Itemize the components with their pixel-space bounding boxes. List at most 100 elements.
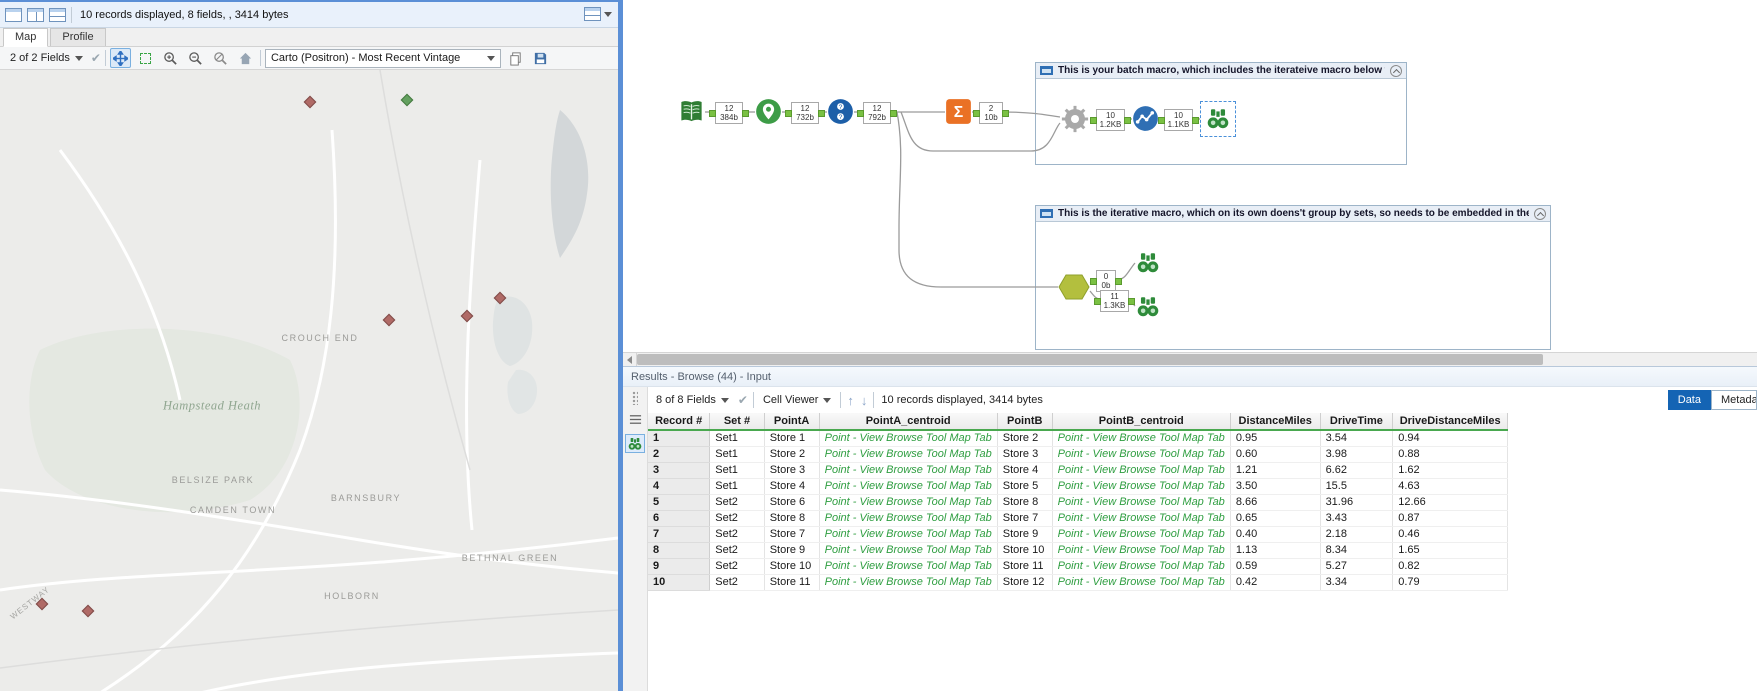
map-marker[interactable]	[400, 93, 414, 107]
column-header[interactable]: PointA	[764, 413, 820, 431]
cell-pointA_centroid[interactable]: Point - View Browse Tool Map Tab	[819, 478, 998, 495]
table-row[interactable]: 10 Set2 Store 11 Point - View Browse Tool M…	[648, 574, 1757, 591]
summarize-tool[interactable]: Σ	[945, 98, 972, 125]
cell-record[interactable]: 6	[648, 510, 711, 527]
scroll-left-button[interactable]	[623, 353, 637, 366]
browse-tool-bottom[interactable]	[1135, 294, 1161, 320]
layout-single-icon[interactable]	[5, 7, 22, 22]
cell-pointA_centroid[interactable]: Point - View Browse Tool Map Tab	[819, 574, 998, 591]
cell-pointA_centroid[interactable]: Point - View Browse Tool Map Tab	[819, 494, 998, 511]
cell-record[interactable]: 8	[648, 542, 711, 559]
table-row[interactable]: 9 Set2 Store 10 Point - View Browse Tool Ma…	[648, 558, 1757, 575]
cell-pointB_centroid[interactable]: Point - View Browse Tool Map Tab	[1052, 478, 1231, 495]
copy-button[interactable]	[505, 48, 526, 68]
panel-grip[interactable]	[632, 391, 638, 405]
layout-split-vertical-icon[interactable]	[27, 7, 44, 22]
column-header[interactable]: PointB_centroid	[1052, 413, 1231, 431]
table-layout-icon[interactable]	[625, 410, 645, 429]
column-header[interactable]: DriveDistanceMiles	[1392, 413, 1509, 431]
workflow-canvas[interactable]: This is your batch macro, which includes…	[623, 0, 1757, 352]
results-fields-dropdown[interactable]: 8 of 8 Fields	[652, 392, 733, 408]
cell-pointA_centroid[interactable]: Point - View Browse Tool Map Tab	[819, 446, 998, 463]
cell-record[interactable]: 1	[648, 430, 711, 447]
select-tool-button[interactable]	[135, 48, 156, 68]
cell-pointA_centroid[interactable]: Point - View Browse Tool Map Tab	[819, 462, 998, 479]
fields-dropdown[interactable]: 2 of 2 Fields	[6, 50, 87, 66]
next-record-arrow-icon[interactable]: ↓	[860, 393, 869, 408]
apply-check-icon[interactable]: ✔	[91, 51, 101, 65]
cell-pointB_centroid[interactable]: Point - View Browse Tool Map Tab	[1052, 510, 1231, 527]
cell-pointA_centroid[interactable]: Point - View Browse Tool Map Tab	[819, 510, 998, 527]
map-marker[interactable]	[382, 313, 396, 327]
table-row[interactable]: 8 Set2 Store 9 Point - View Browse Tool Map…	[648, 542, 1757, 559]
browse-results-icon[interactable]	[625, 434, 645, 453]
cell-pointA_centroid[interactable]: Point - View Browse Tool Map Tab	[819, 558, 998, 575]
cell-pointB_centroid[interactable]: Point - View Browse Tool Map Tab	[1052, 430, 1231, 447]
window-options-caret-icon[interactable]	[604, 11, 612, 17]
cell-pointA_centroid[interactable]: Point - View Browse Tool Map Tab	[819, 430, 998, 447]
cell-record[interactable]: 3	[648, 462, 711, 479]
tab-map[interactable]: Map	[3, 28, 49, 47]
map-marker[interactable]	[493, 291, 507, 305]
window-options-icon[interactable]	[584, 7, 601, 21]
cell-pointA_centroid[interactable]: Point - View Browse Tool Map Tab	[819, 526, 998, 543]
cell-record[interactable]: 5	[648, 494, 711, 511]
cell-pointB_centroid[interactable]: Point - View Browse Tool Map Tab	[1052, 462, 1231, 479]
cell-pointB_centroid[interactable]: Point - View Browse Tool Map Tab	[1052, 558, 1231, 575]
cell-record[interactable]: 9	[648, 558, 711, 575]
table-row[interactable]: 6 Set2 Store 8 Point - View Browse Tool Map…	[648, 510, 1757, 527]
table-row[interactable]: 3 Set1 Store 3 Point - View Browse Tool Map…	[648, 462, 1757, 479]
input-data-tool[interactable]	[678, 98, 705, 125]
table-row[interactable]: 2 Set1 Store 2 Point - View Browse Tool Map…	[648, 446, 1757, 463]
zoom-out-button[interactable]	[185, 48, 206, 68]
map-marker[interactable]	[460, 309, 474, 323]
cell-record[interactable]: 7	[648, 526, 711, 543]
pan-tool-button[interactable]	[109, 48, 131, 68]
batch-macro-tool[interactable]	[1060, 104, 1090, 134]
chart-macro-tool[interactable]	[1132, 105, 1159, 132]
table-row[interactable]: 5 Set2 Store 6 Point - View Browse Tool Map…	[648, 494, 1757, 511]
iterative-macro-tool[interactable]	[1058, 273, 1090, 301]
cell-viewer-dropdown[interactable]: Cell Viewer	[759, 392, 835, 408]
tab-data[interactable]: Data	[1667, 390, 1711, 410]
save-button[interactable]	[530, 48, 551, 68]
browse-tool-top[interactable]	[1135, 250, 1161, 276]
table-row[interactable]: 7 Set2 Store 7 Point - View Browse Tool Map…	[648, 526, 1757, 543]
cell-record[interactable]: 10	[648, 574, 711, 591]
cell-pointA_centroid[interactable]: Point - View Browse Tool Map Tab	[819, 542, 998, 559]
cell-pointB_centroid[interactable]: Point - View Browse Tool Map Tab	[1052, 526, 1231, 543]
layout-split-horizontal-icon[interactable]	[49, 7, 66, 22]
map-marker[interactable]	[81, 604, 95, 618]
cell-record[interactable]: 4	[648, 478, 711, 495]
column-header[interactable]: Set #	[709, 413, 765, 431]
cell-pointB_centroid[interactable]: Point - View Browse Tool Map Tab	[1052, 446, 1231, 463]
apply-check-icon[interactable]: ✔	[738, 393, 748, 407]
collapse-button[interactable]	[1534, 207, 1546, 220]
column-header[interactable]: PointB	[997, 413, 1053, 431]
column-header[interactable]: DistanceMiles	[1230, 413, 1321, 431]
zoom-extent-button[interactable]	[210, 48, 231, 68]
basemap-dropdown[interactable]: Carto (Positron) - Most Recent Vintage	[264, 48, 501, 68]
cell-pointB_centroid[interactable]: Point - View Browse Tool Map Tab	[1052, 574, 1231, 591]
zoom-in-button[interactable]	[160, 48, 181, 68]
cell-pointB_centroid[interactable]: Point - View Browse Tool Map Tab	[1052, 542, 1231, 559]
results-table-wrap[interactable]: Record # Set # PointA PointA_centroid PointB…	[648, 413, 1757, 691]
cell-pointB_centroid[interactable]: Point - View Browse Tool Map Tab	[1052, 494, 1231, 511]
collapse-button[interactable]	[1390, 64, 1402, 77]
home-button[interactable]	[235, 48, 256, 68]
column-header[interactable]: PointA_centroid	[819, 413, 998, 431]
hscroll-thumb[interactable]	[637, 354, 1543, 365]
tab-profile[interactable]: Profile	[50, 28, 106, 46]
map-marker[interactable]	[303, 95, 317, 109]
canvas-hscrollbar[interactable]	[623, 352, 1757, 366]
geocoder-tool[interactable]	[755, 98, 782, 125]
prev-record-arrow-icon[interactable]: ↑	[846, 393, 855, 408]
cell-record[interactable]: 2	[648, 446, 711, 463]
table-row[interactable]: 1 Set1 Store 1 Point - View Browse Tool Map…	[648, 430, 1757, 447]
table-row[interactable]: 4 Set1 Store 4 Point - View Browse Tool Map…	[648, 478, 1757, 495]
map-viewport[interactable]: CROUCH END Hampstead Heath BELSIZE PARK CAM…	[0, 70, 618, 691]
question-macro-tool[interactable]: ??	[827, 98, 854, 125]
browse-tool-selected[interactable]	[1205, 106, 1231, 132]
tab-metadata[interactable]: Metadata	[1711, 390, 1757, 410]
column-header[interactable]: DriveTime	[1320, 413, 1394, 431]
